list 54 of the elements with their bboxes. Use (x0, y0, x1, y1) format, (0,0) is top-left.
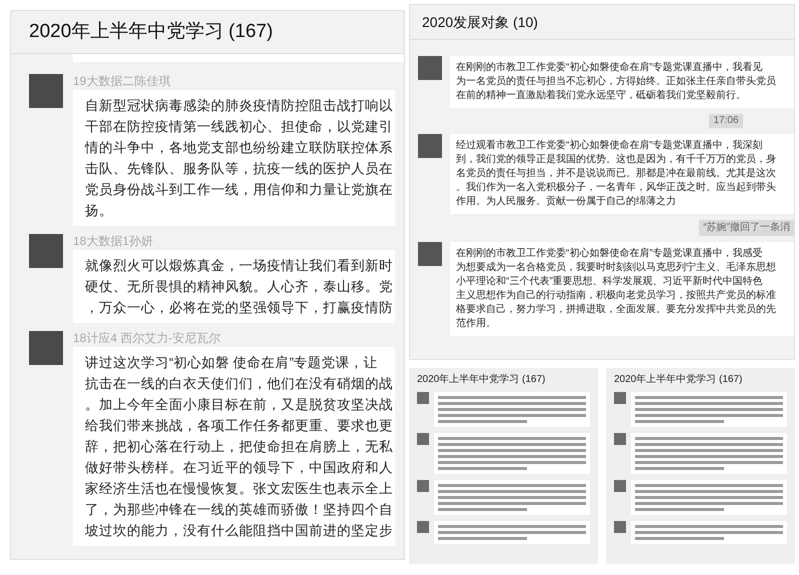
message-line: ，万众一心，必将在党的坚强领导下，打赢疫情防 (85, 299, 393, 317)
message-line: 小平理论和“三个代表”重要思想、科学发展观、习近平新时代中国特色 (456, 275, 764, 289)
sender-name: 18计应4 西尔艾力-安尼瓦尔 (73, 330, 222, 347)
message-line: 党员身份战斗到工作一线，用信仰和力量让党旗在 (85, 181, 393, 199)
avatar-photo (417, 433, 429, 445)
window-title: 2020年上半年中党学习 (167) (416, 372, 546, 387)
avatar-photo (417, 521, 429, 533)
avatar-photo (29, 331, 63, 365)
sender-name: 19大数据二陈佳琪 (73, 73, 172, 90)
avatar-photo (417, 392, 429, 404)
message-line: 家经济生活也在慢慢恢复。张文宏医生也表示全上 (85, 480, 393, 498)
message-line: 坡过坎的能力，没有什么能阻挡中国前进的坚定步 (85, 522, 393, 540)
message-line: 讲过这次学习“初心如磐 使命在肩”专题党课，让 (85, 354, 379, 372)
avatar-photo (614, 480, 626, 492)
message-line: 做好带头榜样。在习近平的领导下，中国政府和人 (85, 459, 393, 477)
message-line: 经过观看市教卫工作党委“初心如磐使命在肩”专题党课直播中，我深刻 (456, 139, 764, 153)
message-line: 主义思想作为自己的行动指南，积极向老党员学习，按照共产党员的标准 (456, 289, 777, 303)
message-line: 给我们带来挑战，各项工作任务都更重、要求也更 (85, 417, 393, 435)
message-line: 。加上今年全面小康目标在前，又是脱贫攻坚决战 (85, 396, 393, 414)
message-line: 在前的精神一直激励着我们党永远坚守，砥砺着我们党坚毅前行。 (456, 89, 747, 103)
message-line: 。我们作为一名入党积极分子，一名青年，风华正茂之时。应当起到带头 (456, 181, 777, 195)
message-line: 在刚刚的市教卫工作党委“初心如磐使命在肩”专题党课直播中，我看见 (456, 61, 764, 75)
message-line: 情的斗争中，各地党支部也纷纷建立联防联控体系 (85, 139, 393, 157)
avatar-photo (418, 242, 442, 266)
avatar-photo (614, 433, 626, 445)
avatar-photo (614, 392, 626, 404)
window-title: 2020发展对象 (10) (410, 5, 794, 40)
message-line: 在刚刚的市教卫工作党委“初心如磐使命在肩”专题党课直播中，我感受 (456, 247, 764, 261)
message-line: 自新型冠状病毒感染的肺炎疫情防控阻击战打响以 (85, 97, 393, 115)
message-line: 名党员的责任与担当，并不是说说而已。那都是冲在最前线。尤其是这次 (456, 167, 777, 181)
sender-name: 18大数据1孙妍 (73, 233, 154, 250)
message-line: 了，为那些冲锋在一线的英雄而骄傲！坚持四个自 (85, 501, 393, 519)
avatar-photo (417, 480, 429, 492)
timestamp: 17:06 (709, 114, 743, 128)
avatar-photo (29, 234, 63, 268)
recall-notice: “苏婉”撤回了一条消 (699, 220, 794, 236)
message-line: 就像烈火可以煅炼真金，一场疫情让我们看到新时 (85, 257, 393, 275)
message-line: 为想要成为一名合格党员，我要时时刻刻以马克思列宁主义、毛泽东思想 (456, 261, 777, 275)
avatar-photo (418, 56, 442, 80)
message-line: 格要求自己，努力学习，拼搏进取，全面发展。要充分发挥中共党员的先 (456, 303, 777, 317)
message-line: 作用。为人民服务。贡献一份属于自己的绵薄之力 (456, 195, 677, 209)
message-line: 硬仗、无所畏惧的精神风貌。人心齐，泰山移。党 (85, 278, 393, 296)
window-title: 2020年上半年中党学习 (167) (613, 372, 744, 387)
message-line: 辞，把初心落在行动上，把使命担在肩膀上，无私 (85, 438, 393, 456)
message-line: 击队、先锋队、服务队等，抗疫一线的医护人员在 (85, 160, 393, 178)
message-line: 扬。 (85, 202, 114, 220)
avatar-photo (418, 134, 442, 158)
avatar-photo (29, 74, 63, 108)
message-line: 为一名党员的责任与担当不忘初心，方得始终。正如张主任亲自带头党员 (456, 75, 777, 89)
avatar-photo (614, 521, 626, 533)
message-line: 抗击在一线的白衣天使们们，他们在没有硝烟的战 (85, 375, 393, 393)
message-line: 到，我们党的领导正是我国的优势。这也是因为，有千千万万的党员，身 (456, 153, 777, 167)
message-line: 干部在防控疫情第一线践初心、担使命，以党建引 (85, 118, 393, 136)
message-line: 范作用。 (456, 317, 497, 331)
